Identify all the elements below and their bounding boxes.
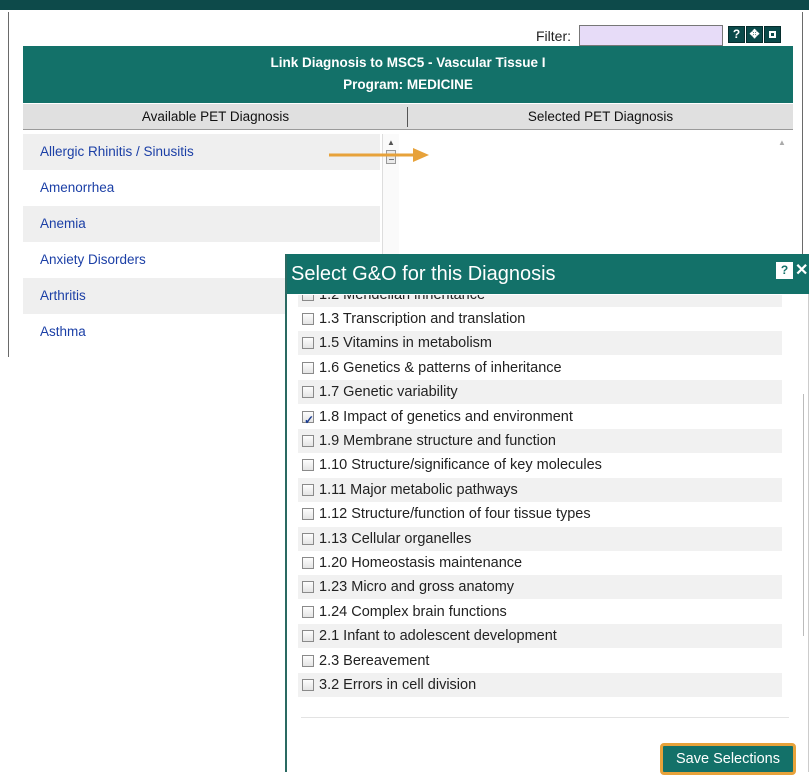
- list-item[interactable]: 1.5 Vitamins in metabolism: [298, 331, 782, 356]
- list-item[interactable]: 1.8 Impact of genetics and environment: [298, 405, 782, 432]
- list-item[interactable]: 1.7 Genetic variability: [298, 380, 782, 405]
- filter-input[interactable]: [579, 25, 723, 46]
- dialog-footer-divider: [301, 717, 789, 718]
- checkbox[interactable]: [302, 679, 314, 691]
- option-label: 1.20 Homeostasis maintenance: [319, 555, 523, 571]
- filter-label: Filter:: [536, 28, 571, 44]
- checkbox[interactable]: [302, 483, 314, 496]
- option-label: 2.1 Infant to adolescent development: [319, 628, 557, 645]
- option-label: 1.2 Mendelian inheritance: [319, 295, 486, 303]
- dialog-header: Select G&O for this Diagnosis ? ✕: [287, 254, 809, 294]
- dialog-scrollbar[interactable]: [803, 394, 808, 636]
- selected-scrollbar[interactable]: ▲: [765, 134, 793, 254]
- list-item[interactable]: 1.10 Structure/significance of key molec…: [298, 453, 782, 477]
- checkbox[interactable]: [302, 557, 314, 569]
- available-header: Available PET Diagnosis: [141, 109, 290, 124]
- link-panel-title: Link Diagnosis to MSC5 - Vascular Tissue…: [270, 55, 546, 70]
- option-label: 1.23 Micro and gross anatomy: [319, 579, 515, 596]
- option-label: 1.9 Membrane structure and function: [319, 433, 556, 449]
- list-item[interactable]: 1.6 Genetics & patterns of inheritance: [298, 356, 782, 380]
- option-label: 1.5 Vitamins in metabolism: [319, 335, 493, 352]
- checkbox[interactable]: [302, 459, 314, 472]
- option-label: 1.12 Structure/function of four tissue t…: [319, 506, 591, 523]
- list-item[interactable]: 3.2 Errors in cell division: [298, 673, 782, 697]
- list-item[interactable]: Anemia: [23, 206, 380, 242]
- checkbox[interactable]: [302, 581, 314, 594]
- checkbox-checked[interactable]: [302, 408, 314, 432]
- list-item[interactable]: 1.2 Mendelian inheritance: [298, 295, 782, 307]
- help-icon: ?: [732, 27, 741, 41]
- list-item[interactable]: 1.20 Homeostasis maintenance: [298, 551, 782, 575]
- option-label: 2.3 Bereavement: [319, 652, 430, 669]
- list-item[interactable]: 1.9 Membrane structure and function: [298, 429, 782, 453]
- option-label: 1.6 Genetics & patterns of inheritance: [319, 359, 562, 376]
- scroll-up-icon[interactable]: ▲: [778, 138, 786, 147]
- go-option-list: 1.2 Mendelian inheritance 1.3 Transcript…: [298, 295, 782, 710]
- link-panel-header: Link Diagnosis to MSC5 - Vascular Tissue…: [23, 46, 793, 103]
- selected-header: Selected PET Diagnosis: [527, 109, 674, 124]
- checkbox[interactable]: [302, 508, 314, 521]
- option-label: 1.13 Cellular organelles: [319, 530, 472, 547]
- option-label: 3.2 Errors in cell division: [319, 677, 477, 693]
- checkbox[interactable]: [302, 361, 314, 374]
- list-item[interactable]: Amenorrhea: [23, 170, 380, 206]
- dialog-title: Select G&O for this Diagnosis: [291, 263, 556, 285]
- option-label: 1.24 Complex brain functions: [319, 603, 507, 620]
- checkbox[interactable]: [302, 386, 314, 399]
- list-item[interactable]: 1.13 Cellular organelles: [298, 526, 782, 551]
- maximize-icon: [769, 31, 776, 38]
- list-item[interactable]: 1.12 Structure/function of four tissue t…: [298, 502, 782, 526]
- option-label: 1.3 Transcription and translation: [319, 311, 526, 327]
- selected-list[interactable]: [400, 134, 765, 254]
- program-label: Program: MEDICINE: [343, 77, 473, 92]
- option-label: 1.7 Genetic variability: [319, 384, 458, 401]
- checkbox[interactable]: [302, 435, 314, 447]
- move-icon: ✥: [749, 27, 760, 41]
- select-go-dialog: Select G&O for this Diagnosis ? ✕ 1.2 Me…: [285, 254, 809, 775]
- option-label: 1.8 Impact of genetics and environment: [319, 408, 573, 425]
- move-button[interactable]: ✥: [746, 26, 763, 43]
- checkbox[interactable]: [302, 295, 314, 301]
- checkbox[interactable]: [302, 654, 314, 667]
- help-button[interactable]: ?: [728, 26, 745, 43]
- checkbox[interactable]: [302, 532, 314, 545]
- list-item[interactable]: 2.1 Infant to adolescent development: [298, 624, 782, 649]
- close-icon[interactable]: ✕: [795, 260, 808, 280]
- option-label: 1.11 Major metabolic pathways: [319, 481, 518, 498]
- move-right-arrow-icon: [329, 148, 429, 162]
- checkbox[interactable]: [302, 605, 314, 618]
- checkbox[interactable]: [302, 337, 314, 350]
- checkbox[interactable]: [302, 630, 314, 643]
- list-item[interactable]: 2.3 Bereavement: [298, 649, 782, 673]
- option-label: 1.10 Structure/significance of key molec…: [319, 457, 602, 474]
- list-item[interactable]: 1.11 Major metabolic pathways: [298, 477, 782, 502]
- checkbox[interactable]: [302, 313, 314, 325]
- list-item[interactable]: 1.3 Transcription and translation: [298, 307, 782, 331]
- list-item[interactable]: 1.23 Micro and gross anatomy: [298, 575, 782, 600]
- maximize-button[interactable]: [764, 26, 781, 43]
- save-selections-button[interactable]: Save Selections: [660, 743, 796, 775]
- dialog-help-icon[interactable]: ?: [776, 262, 793, 279]
- column-headers: Available PET Diagnosis Selected PET Dia…: [23, 104, 793, 130]
- list-item[interactable]: 1.24 Complex brain functions: [298, 600, 782, 624]
